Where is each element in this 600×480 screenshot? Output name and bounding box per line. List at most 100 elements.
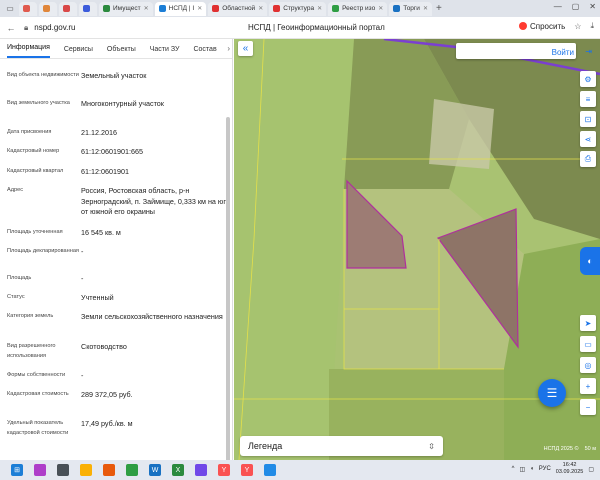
property-label: Площадь [7, 275, 32, 281]
browser-tab[interactable] [19, 1, 37, 16]
tab-close-icon[interactable]: ✕ [144, 5, 149, 12]
property-label: Статус [7, 294, 25, 300]
property-value: 21.12.2016 [81, 128, 117, 137]
measure-icon[interactable]: ⊡ [580, 111, 596, 127]
tab-strip: Имущест ✕ НСПД | I ✕ Областной ✕ Структура ✕ Рее… [17, 1, 432, 16]
browser-tab[interactable]: Имущест ✕ [99, 1, 153, 16]
tab-label: Областной [222, 5, 256, 12]
notification-icon[interactable]: ▢ [588, 466, 594, 473]
task-view-icon[interactable] [57, 464, 69, 476]
yandex-icon[interactable]: Y [241, 464, 253, 476]
tab-close-icon[interactable]: ✕ [197, 5, 202, 12]
property-label: Кадастровая стоимость [7, 391, 69, 397]
download-icon[interactable]: ⤓ [590, 21, 594, 31]
map-view[interactable]: « Войти ⇥ ⚙ ≡ ⊡ ⋖ ⎙ ◐ ➤ ▭ ◎ + − ☰ Легенд… [234, 39, 600, 460]
favicon-icon [63, 5, 70, 12]
property-row: Категория земель Земли сельскохозяйственн… [7, 312, 229, 323]
language-indicator[interactable]: РУС [539, 466, 551, 472]
property-label: Вид земельного участка [7, 100, 70, 106]
panel-tab[interactable]: Объекты [107, 46, 136, 58]
legend-dropdown[interactable]: Легенда ⇳ [240, 436, 443, 456]
panel-scrollbar[interactable] [226, 117, 230, 460]
browser-tab[interactable] [39, 1, 57, 16]
login-link[interactable]: Войти [552, 48, 574, 57]
panel-tab[interactable]: Части ЗУ [150, 46, 180, 58]
property-value: 61:12:0601901:665 [81, 147, 143, 156]
property-label: Кадастровый квартал [7, 168, 64, 174]
browser-tab[interactable] [79, 1, 97, 16]
tab-close-icon[interactable]: ✕ [317, 5, 322, 12]
favicon-icon [103, 5, 110, 12]
property-row: Вид земельного участка Многоконтурный уча… [7, 99, 229, 110]
tab-label: Имущест [113, 5, 141, 12]
app-icon[interactable] [34, 464, 46, 476]
tab-close-icon[interactable]: ✕ [378, 5, 383, 12]
browser-tab[interactable]: Реестр изо ✕ [328, 1, 388, 16]
tab-label: Структура [283, 5, 315, 12]
network-icon[interactable]: ◫ [519, 466, 525, 473]
tab-close-icon[interactable]: ✕ [423, 5, 428, 12]
browser-tab[interactable] [59, 1, 77, 16]
tab-close-icon[interactable]: ✕ [258, 5, 263, 12]
panel-tab[interactable]: Сервисы [64, 46, 93, 58]
layers-icon[interactable]: ≡ [580, 91, 596, 107]
property-row: Формы собственности - [7, 371, 229, 382]
print-icon[interactable]: ⎙ [580, 151, 596, 167]
geolocation-icon[interactable]: ◎ [580, 357, 596, 373]
back-icon[interactable]: ← [4, 23, 18, 33]
app-icon[interactable] [103, 464, 115, 476]
minimize-icon[interactable]: — [554, 2, 562, 11]
windows-start-icon[interactable]: ⊞ [11, 464, 23, 476]
property-label: Категория земель [7, 313, 54, 319]
property-label: Кадастровый номер [7, 148, 60, 154]
share-icon[interactable]: ⋖ [580, 131, 596, 147]
property-row: Площадь уточненная 16 545 кв. м [7, 228, 229, 239]
excel-icon[interactable]: X [172, 464, 184, 476]
tab-menu-icon[interactable]: ▭ [3, 2, 17, 16]
chevron-updown-icon: ⇳ [428, 441, 435, 451]
close-icon[interactable]: ✕ [589, 2, 596, 11]
lock-icon[interactable]: 🔒︎ [24, 23, 28, 33]
ask-button[interactable]: Спросить [518, 22, 565, 31]
locate-icon[interactable]: ➤ [580, 315, 596, 331]
word-icon[interactable]: W [149, 464, 161, 476]
chrome-icon[interactable] [126, 464, 138, 476]
zoom-out-button[interactable]: − [580, 399, 596, 415]
favicon-icon [273, 5, 281, 12]
url-field[interactable]: nspd.gov.ru [34, 23, 75, 32]
settings-icon[interactable]: ⚙ [580, 71, 596, 87]
property-row: Площадь - [7, 274, 229, 285]
system-tray: ^ ◫ ◖ РУС 16:42 03.09.2025 ▢ [512, 462, 594, 476]
browser-tab[interactable]: Торги ✕ [389, 1, 432, 16]
browser-tab[interactable]: НСПД | I ✕ [154, 1, 207, 16]
assistant-icon [518, 22, 527, 30]
yandex-browser-icon[interactable]: Y [218, 464, 230, 476]
panel-tab[interactable]: Состав [193, 46, 216, 58]
tray-arrow-icon[interactable]: ^ [512, 466, 515, 472]
chevron-right-icon[interactable]: › [227, 44, 230, 53]
scale-label: 50 м [584, 446, 596, 452]
tab-label: Торги [403, 5, 420, 12]
login-icon[interactable]: ⇥ [585, 47, 592, 56]
info-panel: Информация Сервисы Объекты Части ЗУ Состав › … [0, 39, 233, 460]
clock[interactable]: 16:42 03.09.2025 [556, 462, 584, 476]
new-tab-button[interactable]: + [436, 3, 442, 14]
property-value: 61:12:0601901 [81, 167, 129, 176]
maximize-icon[interactable]: ▢ [572, 2, 580, 11]
panel-tab[interactable]: Информация [7, 44, 50, 58]
browser-tab[interactable]: Областной ✕ [208, 1, 268, 16]
bookmark-icon[interactable]: ☆ [574, 22, 581, 31]
clock-date: 03.09.2025 [555, 469, 584, 475]
chat-assistant-button[interactable]: ☰ [538, 379, 566, 407]
volume-icon[interactable]: ◖ [530, 466, 534, 472]
explorer-icon[interactable] [80, 464, 92, 476]
favicon-icon [158, 5, 166, 12]
collapse-panel-button[interactable]: « [238, 41, 253, 56]
property-value: Многоконтурный участок [81, 99, 164, 108]
browser-tab[interactable]: Структура ✕ [269, 1, 327, 16]
basemap-icon[interactable]: ▭ [580, 336, 596, 352]
app-icon[interactable] [264, 464, 276, 476]
notifications-tab[interactable]: ◐ [580, 247, 600, 275]
viber-icon[interactable] [195, 464, 207, 476]
zoom-in-button[interactable]: + [580, 378, 596, 394]
